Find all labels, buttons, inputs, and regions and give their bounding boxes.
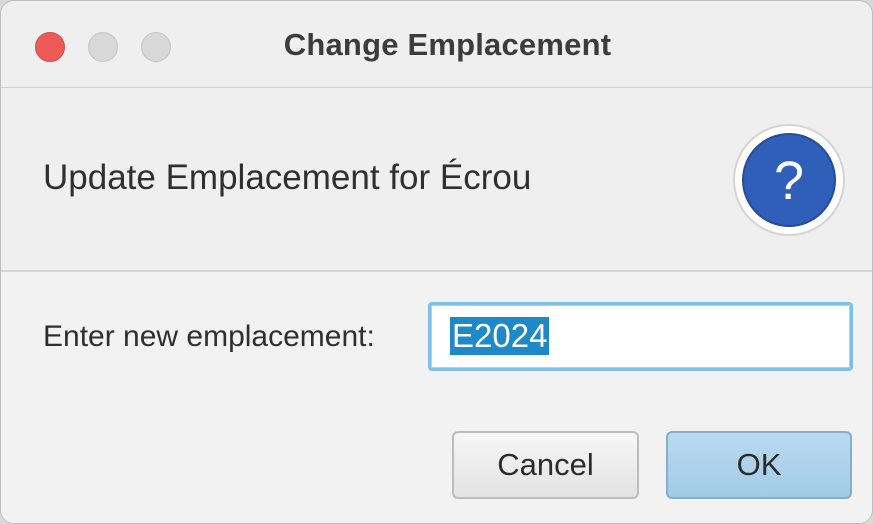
dialog-header: Update Emplacement for Écrou ? <box>1 88 872 272</box>
question-mark-icon: ? <box>733 124 845 236</box>
window-title: Change Emplacement <box>283 27 612 62</box>
emplacement-label: Enter new emplacement: <box>43 320 375 353</box>
title-bar[interactable]: Change Emplacement <box>1 1 872 88</box>
header-text: Update Emplacement for Écrou <box>43 158 532 197</box>
ok-button[interactable]: OK <box>666 431 852 499</box>
question-mark-glyph: ? <box>774 151 804 211</box>
dialog-content: Enter new emplacement: E2024 Cancel OK <box>1 272 872 523</box>
dialog-window: Change Emplacement Update Emplacement fo… <box>0 0 873 524</box>
emplacement-input[interactable]: E2024 <box>428 302 853 371</box>
cancel-button[interactable]: Cancel <box>452 431 639 499</box>
emplacement-input-value[interactable]: E2024 <box>450 317 550 355</box>
